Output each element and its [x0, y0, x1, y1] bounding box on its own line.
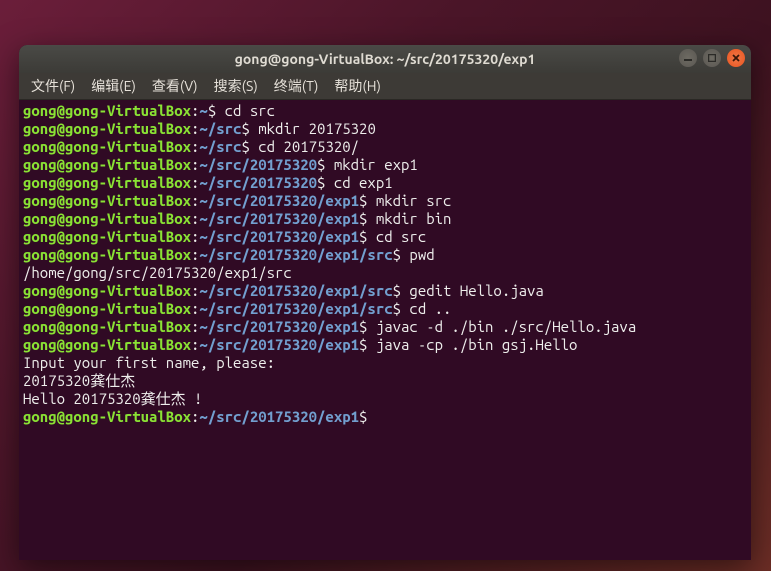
prompt-line: gong@gong-VirtualBox:~/src/20175320$ cd …	[23, 174, 747, 192]
prompt-line: gong@gong-VirtualBox:~/src$ cd 20175320/	[23, 138, 747, 156]
output-line: 20175320龚仕杰	[23, 372, 747, 390]
prompt-command: $ cd exp1	[317, 174, 393, 191]
window-controls	[679, 49, 745, 67]
prompt-line: gong@gong-VirtualBox:~/src/20175320/exp1…	[23, 336, 747, 354]
prompt-command: $ cd ..	[393, 300, 452, 317]
prompt-command: $ mkdir 20175320	[241, 120, 375, 137]
terminal-window: gong@gong-VirtualBox: ~/src/20175320/exp…	[19, 45, 751, 560]
prompt-path: ~/src/20175320	[199, 174, 317, 191]
prompt-userhost: gong@gong-VirtualBox	[23, 228, 191, 245]
prompt-command: $ pwd	[393, 246, 435, 263]
prompt-userhost: gong@gong-VirtualBox	[23, 246, 191, 263]
prompt-path: ~/src/20175320/exp1	[199, 210, 359, 227]
terminal-content[interactable]: gong@gong-VirtualBox:~$ cd srcgong@gong-…	[19, 100, 751, 560]
prompt-command: $ gedit Hello.java	[393, 282, 544, 299]
prompt-command: $ cd 20175320/	[241, 138, 359, 155]
maximize-button[interactable]	[703, 49, 721, 67]
menu-edit[interactable]: 编辑(E)	[83, 74, 144, 98]
prompt-path: ~/src/20175320	[199, 156, 317, 173]
window-title: gong@gong-VirtualBox: ~/src/20175320/exp…	[235, 51, 536, 67]
prompt-userhost: gong@gong-VirtualBox	[23, 156, 191, 173]
menu-term[interactable]: 终端(T)	[266, 74, 327, 98]
menu-view[interactable]: 查看(V)	[144, 74, 206, 98]
prompt-path: ~/src/20175320/exp1	[199, 318, 359, 335]
menu-help[interactable]: 帮助(H)	[326, 74, 389, 98]
menu-search[interactable]: 搜索(S)	[206, 74, 266, 98]
prompt-line: gong@gong-VirtualBox:~/src/20175320/exp1…	[23, 228, 747, 246]
prompt-path: ~/src	[199, 138, 241, 155]
prompt-command: $ mkdir bin	[359, 210, 451, 227]
prompt-line: gong@gong-VirtualBox:~/src/20175320/exp1…	[23, 282, 747, 300]
close-button[interactable]	[727, 49, 745, 67]
menubar: 文件(F) 编辑(E) 查看(V) 搜索(S) 终端(T) 帮助(H)	[19, 73, 751, 100]
prompt-userhost: gong@gong-VirtualBox	[23, 192, 191, 209]
prompt-path: ~/src/20175320/exp1/src	[199, 246, 392, 263]
prompt-line: gong@gong-VirtualBox:~/src/20175320/exp1…	[23, 192, 747, 210]
prompt-line: gong@gong-VirtualBox:~$ cd src	[23, 102, 747, 120]
prompt-command: $ java -cp ./bin gsj.Hello	[359, 336, 577, 353]
output-line: /home/gong/src/20175320/exp1/src	[23, 264, 747, 282]
output-line: Hello 20175320龚仕杰 !	[23, 390, 747, 408]
prompt-command: $ mkdir src	[359, 192, 451, 209]
prompt-path: ~/src/20175320/exp1/src	[199, 300, 392, 317]
prompt-line: gong@gong-VirtualBox:~/src/20175320/exp1…	[23, 300, 747, 318]
prompt-userhost: gong@gong-VirtualBox	[23, 318, 191, 335]
prompt-userhost: gong@gong-VirtualBox	[23, 120, 191, 137]
prompt-userhost: gong@gong-VirtualBox	[23, 300, 191, 317]
prompt-line: gong@gong-VirtualBox:~/src/20175320/exp1…	[23, 246, 747, 264]
prompt-command: $ mkdir exp1	[317, 156, 418, 173]
prompt-command: $ javac -d ./bin ./src/Hello.java	[359, 318, 636, 335]
prompt-userhost: gong@gong-VirtualBox	[23, 408, 191, 425]
titlebar: gong@gong-VirtualBox: ~/src/20175320/exp…	[19, 45, 751, 73]
prompt-userhost: gong@gong-VirtualBox	[23, 138, 191, 155]
prompt-userhost: gong@gong-VirtualBox	[23, 282, 191, 299]
prompt-userhost: gong@gong-VirtualBox	[23, 174, 191, 191]
prompt-line: gong@gong-VirtualBox:~/src/20175320/exp1…	[23, 408, 747, 426]
prompt-line: gong@gong-VirtualBox:~/src/20175320/exp1…	[23, 210, 747, 228]
output-line: Input your first name, please:	[23, 354, 747, 372]
prompt-userhost: gong@gong-VirtualBox	[23, 102, 191, 119]
prompt-line: gong@gong-VirtualBox:~/src$ mkdir 201753…	[23, 120, 747, 138]
prompt-path: ~/src/20175320/exp1	[199, 408, 359, 425]
prompt-command: $ cd src	[208, 102, 275, 119]
minimize-button[interactable]	[679, 49, 697, 67]
prompt-path: ~/src/20175320/exp1	[199, 336, 359, 353]
prompt-path: ~	[199, 102, 207, 119]
prompt-command: $	[359, 408, 376, 425]
prompt-path: ~/src	[199, 120, 241, 137]
prompt-line: gong@gong-VirtualBox:~/src/20175320$ mkd…	[23, 156, 747, 174]
prompt-userhost: gong@gong-VirtualBox	[23, 210, 191, 227]
prompt-userhost: gong@gong-VirtualBox	[23, 336, 191, 353]
prompt-command: $ cd src	[359, 228, 426, 245]
menu-file[interactable]: 文件(F)	[23, 74, 83, 98]
prompt-path: ~/src/20175320/exp1	[199, 228, 359, 245]
prompt-path: ~/src/20175320/exp1	[199, 192, 359, 209]
prompt-path: ~/src/20175320/exp1/src	[199, 282, 392, 299]
prompt-line: gong@gong-VirtualBox:~/src/20175320/exp1…	[23, 318, 747, 336]
